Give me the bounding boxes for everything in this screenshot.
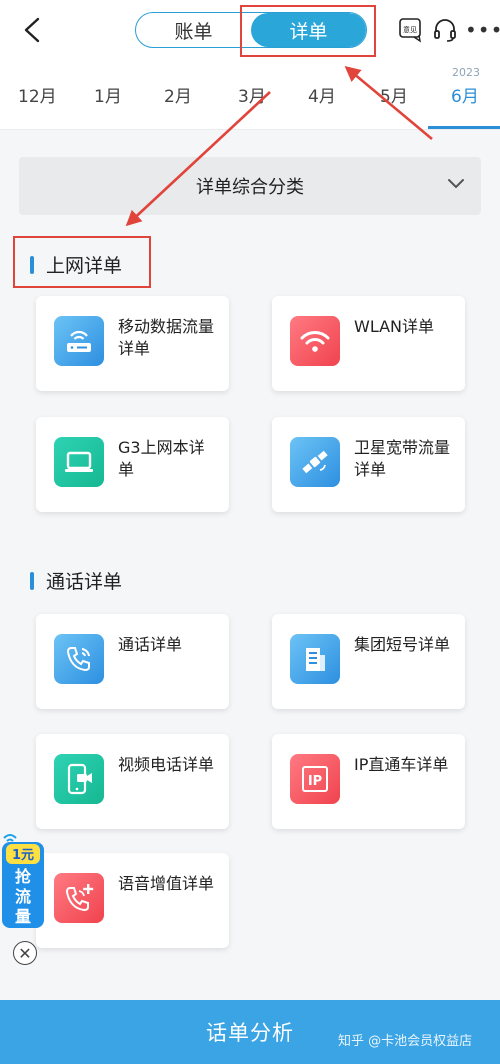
card-call-detail[interactable]: 通话详单: [36, 614, 229, 709]
card-group-short-number[interactable]: 集团短号详单: [272, 614, 465, 709]
building-icon: [290, 634, 340, 684]
category-dropdown[interactable]: 详单综合分类: [19, 157, 481, 215]
annotation-box-tab: [240, 5, 376, 57]
bill-analysis-label: 话单分析: [206, 1021, 294, 1045]
card-label: 视频电话详单: [118, 755, 215, 774]
tab-bill[interactable]: 账单: [136, 13, 251, 47]
card-label: WLAN详单: [354, 317, 435, 336]
top-bar: 账单 详单 意见 •••: [0, 0, 500, 60]
svg-text:IP: IP: [308, 774, 322, 789]
card-wlan[interactable]: WLAN详单: [272, 296, 465, 391]
card-ip-express[interactable]: IP IP直通车详单: [272, 734, 465, 829]
satellite-icon: [290, 437, 340, 487]
watermark: 知乎 @卡池会员权益店: [338, 1034, 473, 1049]
category-dropdown-label: 详单综合分类: [196, 177, 304, 198]
close-icon[interactable]: ✕: [13, 941, 37, 965]
month-selector: 12月 1月 2月 3月 4月 5月 2023 6月: [0, 60, 500, 130]
promo-badge[interactable]: 1元 抢 流 量: [0, 832, 48, 930]
card-video-call[interactable]: 视频电话详单: [36, 734, 229, 829]
active-month-indicator: [428, 126, 500, 129]
router-icon: [54, 316, 104, 366]
headset-icon[interactable]: [432, 17, 458, 43]
card-label: 移动数据流量详单: [118, 317, 215, 358]
section-title-text: 通话详单: [46, 571, 123, 593]
month-tab[interactable]: 1月: [94, 82, 122, 107]
month-tab[interactable]: 3月: [238, 82, 266, 107]
card-label: G3上网本详单: [118, 438, 205, 479]
annotation-box-section: [13, 236, 151, 288]
promo-price: 1元: [12, 848, 34, 863]
year-label: 2023: [452, 66, 480, 79]
more-options-icon[interactable]: •••: [465, 20, 500, 40]
phone-plus-icon: [54, 873, 104, 923]
card-g3-netbook[interactable]: G3上网本详单: [36, 417, 229, 512]
month-tab[interactable]: 12月: [18, 82, 57, 107]
promo-text: 抢: [15, 867, 32, 886]
card-label: 语音增值详单: [118, 874, 215, 893]
ip-icon: IP: [290, 754, 340, 804]
laptop-icon: [54, 437, 104, 487]
card-label: 通话详单: [118, 635, 183, 654]
card-label: IP直通车详单: [354, 755, 449, 774]
video-call-icon: [54, 754, 104, 804]
card-voice-value-added[interactable]: 语音增值详单: [36, 853, 229, 948]
month-tab[interactable]: 2月: [164, 82, 192, 107]
promo-text: 量: [15, 907, 31, 926]
back-arrow-icon[interactable]: [20, 16, 46, 44]
promo-text: 流: [15, 887, 31, 906]
card-label: 集团短号详单: [354, 635, 451, 654]
card-satellite[interactable]: 卫星宽带流量详单: [272, 417, 465, 512]
card-mobile-data[interactable]: 移动数据流量详单: [36, 296, 229, 391]
feedback-icon[interactable]: 意见: [398, 17, 424, 43]
section-title-calls: 通话详单: [30, 567, 122, 594]
month-tab[interactable]: 4月: [308, 82, 336, 107]
feedback-label: 意见: [403, 25, 417, 34]
phone-call-icon: [54, 634, 104, 684]
wifi-icon: [290, 316, 340, 366]
chevron-down-icon: [448, 179, 464, 188]
month-tab-active[interactable]: 6月: [451, 82, 479, 107]
card-label: 卫星宽带流量详单: [354, 438, 451, 479]
section-marker: [30, 571, 34, 590]
month-tab[interactable]: 5月: [380, 82, 408, 107]
